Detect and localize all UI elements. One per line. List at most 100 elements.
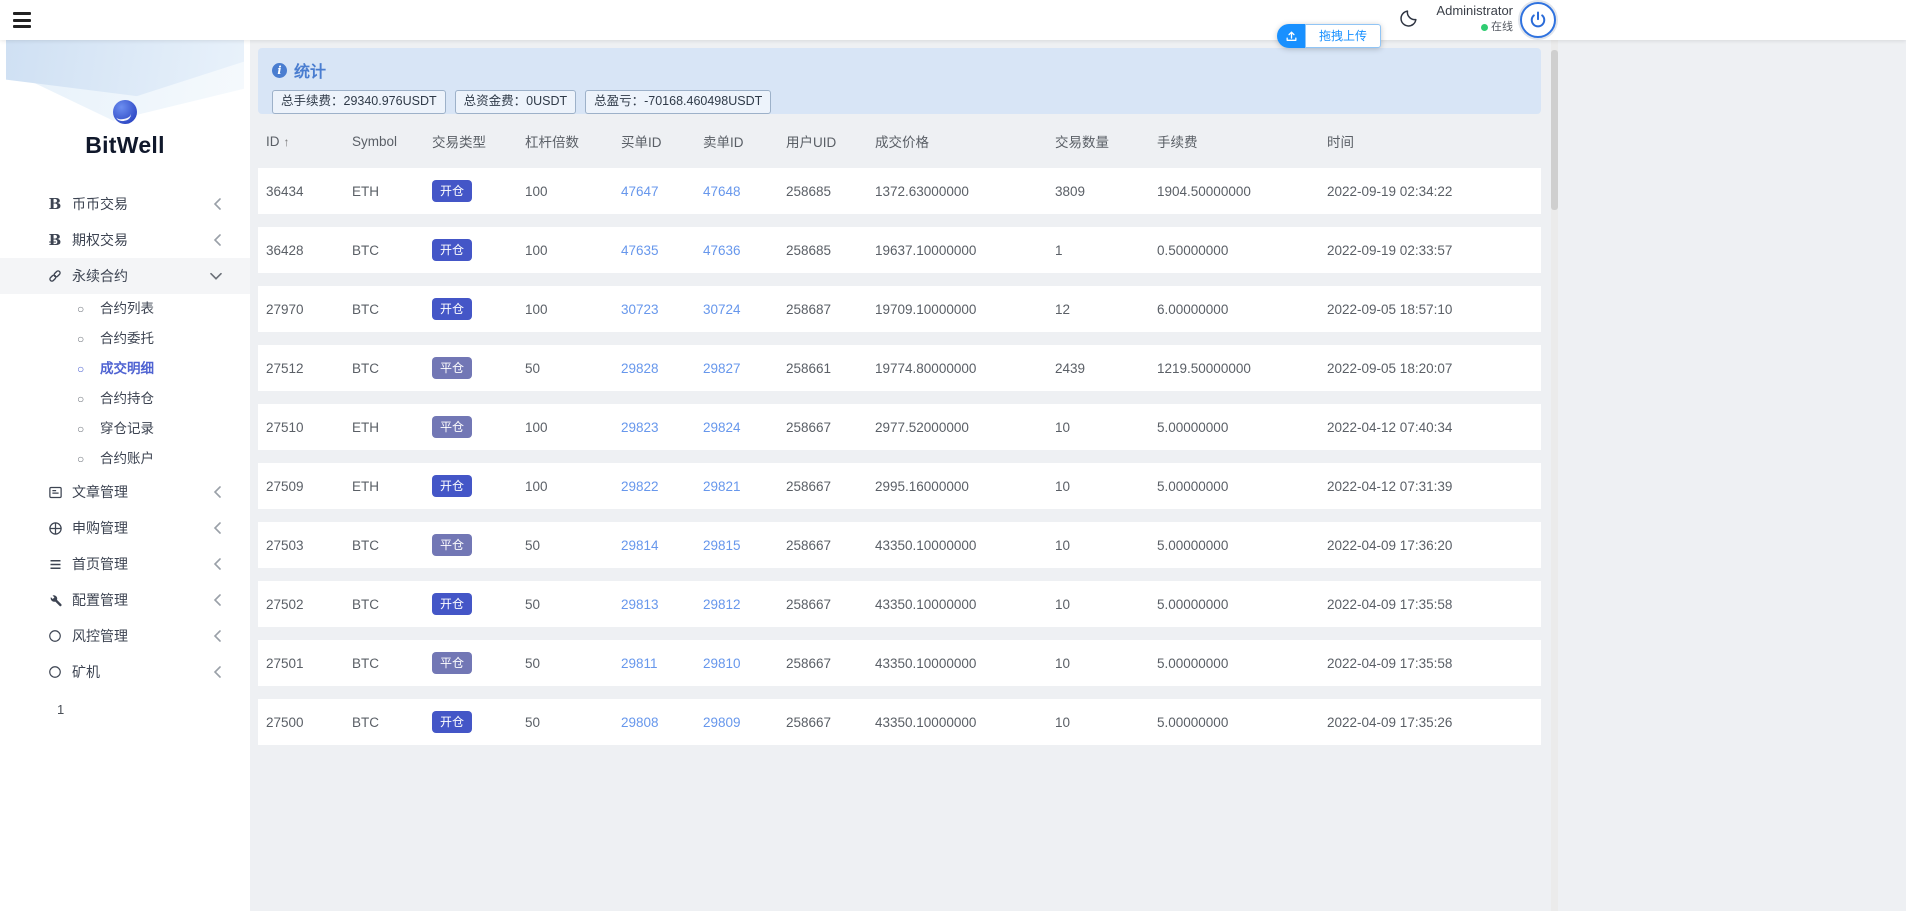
cell-id: 27509 <box>266 479 352 494</box>
sell-order-link[interactable]: 29809 <box>703 715 741 730</box>
cell-amount: 10 <box>1055 597 1157 612</box>
buy-order-link[interactable]: 29813 <box>621 597 659 612</box>
sidebar-subitem[interactable]: ○穿仓记录 <box>0 414 250 444</box>
sidebar-subitem[interactable]: ○合约列表 <box>0 294 250 324</box>
cell-price: 2995.16000000 <box>875 479 1055 494</box>
trade-type-badge: 平仓 <box>432 416 472 438</box>
sidebar-item-config-manage[interactable]: 配置管理 <box>0 582 250 618</box>
sidebar-item-label: 期权交易 <box>72 232 128 248</box>
cell-fee: 5.00000000 <box>1157 656 1327 671</box>
column-header[interactable]: 卖单ID <box>703 131 786 151</box>
buy-order-link[interactable]: 29828 <box>621 361 659 376</box>
sell-order-link[interactable]: 47648 <box>703 184 741 199</box>
sidebar-menu: B币币交易Ƀ期权交易永续合约○合约列表○合约委托○成交明细○合约持仓○穿仓记录○… <box>0 186 250 690</box>
column-header[interactable]: 手续费 <box>1157 131 1327 151</box>
sell-order-link[interactable]: 29810 <box>703 656 741 671</box>
cell-amount: 10 <box>1055 420 1157 435</box>
sell-order-link[interactable]: 47636 <box>703 243 741 258</box>
menu-toggle-icon[interactable] <box>13 12 31 28</box>
online-status: 在线 <box>1418 21 1513 33</box>
cell-fee: 5.00000000 <box>1157 420 1327 435</box>
buy-order-link[interactable]: 29823 <box>621 420 659 435</box>
cell-id: 27503 <box>266 538 352 553</box>
buy-order-link[interactable]: 29808 <box>621 715 659 730</box>
buy-order-link[interactable]: 47647 <box>621 184 659 199</box>
buy-order-link[interactable]: 30723 <box>621 302 659 317</box>
upload-icon[interactable] <box>1277 24 1305 48</box>
sell-order-link[interactable]: 29821 <box>703 479 741 494</box>
sidebar-submenu: ○合约列表○合约委托○成交明细○合约持仓○穿仓记录○合约账户 <box>0 294 250 474</box>
sidebar-subitem[interactable]: ○成交明细 <box>0 354 250 384</box>
sidebar-footer-text: 1 <box>0 702 250 718</box>
sell-order-link[interactable]: 29827 <box>703 361 741 376</box>
sidebar-item-perpetual-contract[interactable]: 永续合约 <box>0 258 250 294</box>
table-row: 27970BTC开仓100307233072425868719709.10000… <box>258 286 1541 332</box>
user-block[interactable]: Administrator 在线 <box>1418 4 1513 33</box>
globe-icon <box>45 510 65 546</box>
cell-fee: 0.50000000 <box>1157 243 1327 258</box>
cell-time: 2022-09-05 18:57:10 <box>1327 302 1541 317</box>
cell-symbol: BTC <box>352 302 432 317</box>
sell-order-link[interactable]: 29815 <box>703 538 741 553</box>
sidebar-item-option-trade[interactable]: Ƀ期权交易 <box>0 222 250 258</box>
sidebar-item-miner[interactable]: 矿机 <box>0 654 250 690</box>
cell-time: 2022-09-19 02:33:57 <box>1327 243 1541 258</box>
column-header[interactable]: 成交价格 <box>875 131 1055 151</box>
cell-leverage: 50 <box>525 715 621 730</box>
radio-circle-icon: ○ <box>77 444 84 474</box>
stats-panel: i 统计 总手续费：29340.976USDT总资金费：0USDT总盈亏：-70… <box>258 48 1541 114</box>
cell-leverage: 50 <box>525 656 621 671</box>
column-header[interactable]: 交易数量 <box>1055 131 1157 151</box>
info-icon: i <box>272 63 287 78</box>
column-header[interactable]: 交易类型 <box>432 131 525 151</box>
scrollbar-thumb[interactable] <box>1551 50 1558 210</box>
dark-mode-icon[interactable] <box>1398 8 1420 30</box>
sell-order-link[interactable]: 30724 <box>703 302 741 317</box>
cell-price: 43350.10000000 <box>875 656 1055 671</box>
column-header-label: 杠杆倍数 <box>525 135 579 150</box>
cell-fee: 5.00000000 <box>1157 597 1327 612</box>
sell-order-link[interactable]: 29824 <box>703 420 741 435</box>
buy-order-link[interactable]: 29811 <box>621 656 658 671</box>
column-header[interactable]: 杠杆倍数 <box>525 131 621 151</box>
cell-time: 2022-04-09 17:35:58 <box>1327 656 1541 671</box>
column-header[interactable]: 用户UID <box>786 131 875 151</box>
scrollbar-track <box>1551 40 1558 911</box>
sidebar-subitem[interactable]: ○合约委托 <box>0 324 250 354</box>
sidebar-subitem[interactable]: ○合约持仓 <box>0 384 250 414</box>
column-header[interactable]: Symbol <box>352 134 432 149</box>
cell-amount: 12 <box>1055 302 1157 317</box>
sell-order-link[interactable]: 29812 <box>703 597 741 612</box>
cell-amount: 1 <box>1055 243 1157 258</box>
cell-price: 19709.10000000 <box>875 302 1055 317</box>
sidebar-item-risk-manage[interactable]: 风控管理 <box>0 618 250 654</box>
sidebar-item-article-manage[interactable]: 文章管理 <box>0 474 250 510</box>
sidebar-item-home-manage[interactable]: 首页管理 <box>0 546 250 582</box>
chevron-left-icon <box>213 582 222 618</box>
sidebar-item-label: 首页管理 <box>72 556 128 572</box>
sidebar-subitem[interactable]: ○合约账户 <box>0 444 250 474</box>
column-header-label: 买单ID <box>621 135 662 150</box>
trade-type-badge: 开仓 <box>432 711 472 733</box>
column-header[interactable]: ID↑ <box>266 134 352 149</box>
buy-order-link[interactable]: 29822 <box>621 479 659 494</box>
cell-uid: 258661 <box>786 361 875 376</box>
cell-leverage: 50 <box>525 361 621 376</box>
sidebar-item-coin-trade[interactable]: B币币交易 <box>0 186 250 222</box>
column-header-label: 成交价格 <box>875 135 929 150</box>
upload-label[interactable]: 拖拽上传 <box>1305 24 1381 48</box>
trade-type-badge: 开仓 <box>432 475 472 497</box>
sidebar-item-subscribe-manage[interactable]: 申购管理 <box>0 510 250 546</box>
buy-order-link[interactable]: 29814 <box>621 538 659 553</box>
column-header[interactable]: 时间 <box>1327 131 1541 151</box>
chevron-left-icon <box>213 546 222 582</box>
buy-order-link[interactable]: 47635 <box>621 243 659 258</box>
column-header[interactable]: 买单ID <box>621 131 703 151</box>
table-header: ID↑Symbol交易类型杠杆倍数 买单ID 卖单ID用户UID成交价格 交易数量手续… <box>258 114 1541 168</box>
avatar[interactable] <box>1520 2 1556 38</box>
cell-id: 36428 <box>266 243 352 258</box>
cell-time: 2022-04-09 17:36:20 <box>1327 538 1541 553</box>
table-row: 27502BTC开仓50298132981225866743350.100000… <box>258 581 1541 627</box>
chevron-left-icon <box>213 618 222 654</box>
cell-id: 27501 <box>266 656 352 671</box>
